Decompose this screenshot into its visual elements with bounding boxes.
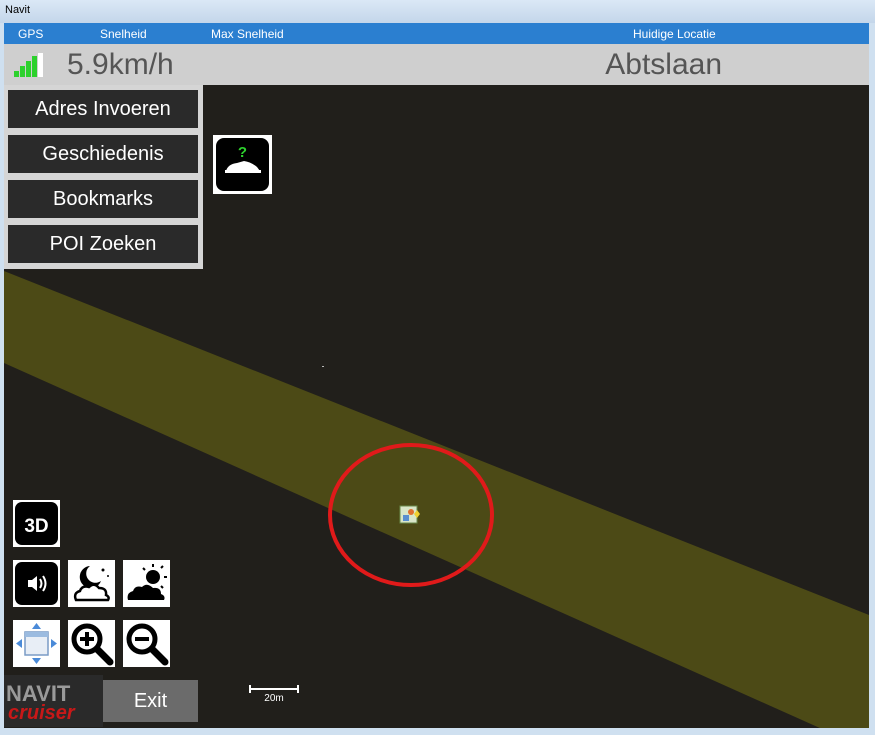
zoom-in-icon xyxy=(71,623,114,666)
exit-button[interactable]: Exit xyxy=(103,680,198,722)
menu-item-poi-search[interactable]: POI Zoeken xyxy=(8,225,198,263)
night-mode-button[interactable] xyxy=(68,560,115,607)
current-location-value: Abtslaan xyxy=(605,48,722,81)
sound-button[interactable] xyxy=(13,560,60,607)
pan-arrows-icon xyxy=(16,623,57,664)
zoom-out-icon xyxy=(126,623,169,666)
zoom-in-button[interactable] xyxy=(68,620,115,667)
sun-cloud-icon xyxy=(127,564,167,600)
pan-map-button[interactable] xyxy=(13,620,60,667)
scale-label: 20m xyxy=(264,693,283,704)
window-titlebar: Navit xyxy=(0,0,875,23)
menu-item-bookmarks[interactable]: Bookmarks xyxy=(8,180,198,218)
gps-signal-icon xyxy=(14,53,44,77)
max-speed-label: Max Snelheid xyxy=(211,27,284,41)
menu-item-history[interactable]: Geschiedenis xyxy=(8,135,198,173)
header-labels-bar: GPS Snelheid Max Snelheid Huidige Locati… xyxy=(4,23,869,44)
moon-cloud-icon xyxy=(73,566,110,602)
svg-text:cruiser: cruiser xyxy=(8,702,76,724)
gps-label: GPS xyxy=(18,27,44,41)
3d-icon: 3D xyxy=(15,502,58,545)
menu-item-address[interactable]: Adres Invoeren xyxy=(8,90,198,128)
speaker-icon xyxy=(15,562,58,605)
svg-text:?: ? xyxy=(238,144,247,161)
window-title: Navit xyxy=(5,4,31,16)
map-scale-bar: 20m xyxy=(249,685,299,704)
header-values-bar: 5.9km/h Abtslaan xyxy=(4,44,869,85)
car-question-icon: ? xyxy=(216,138,269,191)
speed-label: Snelheid xyxy=(100,27,147,41)
svg-text:3D: 3D xyxy=(24,516,48,537)
road-point xyxy=(322,366,324,367)
current-position-icon xyxy=(399,505,420,524)
main-menu: Adres Invoeren Geschiedenis Bookmarks PO… xyxy=(4,85,203,269)
navit-cruiser-logo: NAVIT cruiser xyxy=(4,675,103,727)
navit-app: GPS Snelheid Max Snelheid Huidige Locati… xyxy=(4,23,869,728)
day-mode-button[interactable] xyxy=(123,560,170,607)
location-label: Huidige Locatie xyxy=(633,27,716,41)
speed-value: 5.9km/h xyxy=(67,48,174,81)
3d-view-button[interactable]: 3D xyxy=(13,500,60,547)
zoom-out-button[interactable] xyxy=(123,620,170,667)
vehicle-profile-button[interactable]: ? xyxy=(213,135,272,194)
